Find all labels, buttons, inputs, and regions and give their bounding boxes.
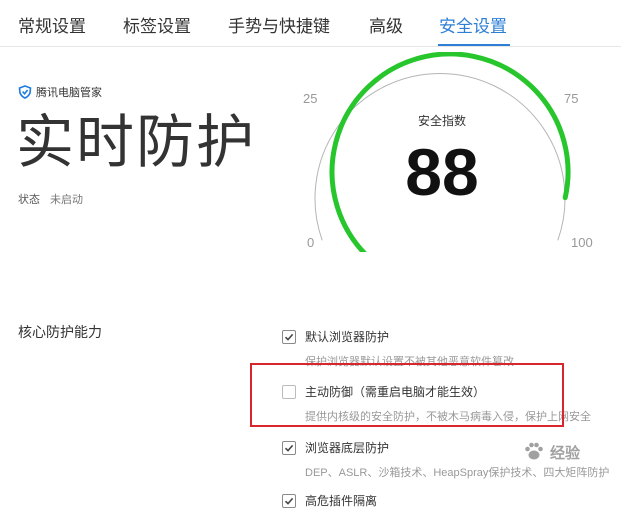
- status-line: 状态 未启动: [18, 191, 83, 207]
- tab-gestures-shortcuts[interactable]: 手势与快捷键: [228, 12, 330, 37]
- tencent-shield-icon: [18, 85, 32, 99]
- brand: 腾讯电脑管家: [18, 84, 102, 100]
- gauge-tick-100: 100: [571, 235, 593, 250]
- page-title: 实时防护: [16, 110, 257, 175]
- gauge-tick-0: 0: [307, 235, 315, 250]
- gauge-value: 88: [405, 135, 479, 209]
- option-label: 浏览器底层防护: [305, 441, 390, 455]
- watermark: 经验: [522, 440, 580, 464]
- gauge-tick-75: 75: [564, 91, 579, 106]
- checkmark-icon: [284, 444, 294, 452]
- option-label: 默认浏览器防护: [305, 330, 390, 344]
- tab-bar-divider: [0, 46, 621, 47]
- paw-logo-icon: [525, 442, 543, 460]
- brand-name: 腾讯电脑管家: [36, 87, 102, 99]
- option-description: DEP、ASLR、沙箱技术、HeapSpray保护技术、四大矩阵防护: [305, 467, 610, 479]
- checkmark-icon: [284, 333, 294, 341]
- status-label: 状态: [18, 194, 40, 206]
- status-value: 未启动: [50, 194, 83, 206]
- gauge-tick-25: 25: [303, 91, 318, 106]
- tab-general[interactable]: 常规设置: [18, 12, 86, 37]
- tab-tab-settings[interactable]: 标签设置: [123, 12, 191, 37]
- default-browser-protection-checkbox[interactable]: [282, 329, 296, 344]
- section-label-core-protection: 核心防护能力: [18, 324, 102, 340]
- browser-low-level-protection-checkbox[interactable]: [282, 440, 296, 455]
- tab-advanced[interactable]: 高级: [369, 12, 403, 37]
- tab-security[interactable]: 安全设置: [439, 12, 507, 37]
- settings-tab-bar: 常规设置 标签设置 手势与快捷键 高级 安全设置: [0, 0, 621, 46]
- gauge-label: 安全指数: [417, 114, 466, 128]
- highlight-box: [250, 363, 564, 427]
